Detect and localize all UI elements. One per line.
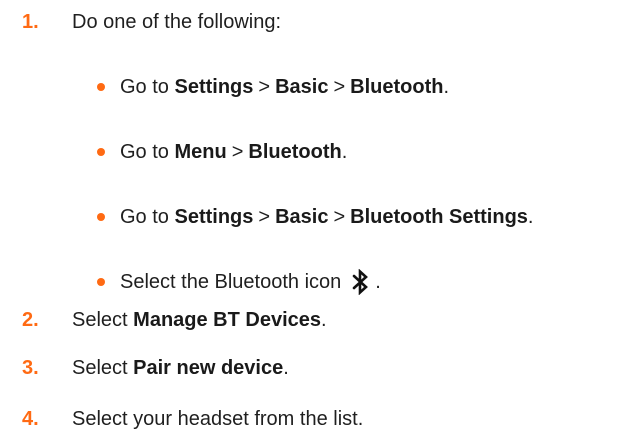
step-text: Do one of the following: [72,10,282,33]
menu-path-item: Menu [174,140,227,163]
step-prefix: Select [72,308,128,331]
step-number: 1. [22,10,39,33]
path-separator: > [258,75,271,98]
bluetooth-icon [352,269,369,295]
bullet-dot [97,213,105,221]
menu-path-item: Basic [275,205,329,228]
path-separator: > [258,205,271,228]
bullet-suffix: . [527,205,534,228]
step-number: 4. [22,407,39,430]
bullet-text: Go to Menu > Bluetooth. [120,141,347,164]
step-number: 3. [22,356,39,379]
menu-path-item: Bluetooth Settings [350,205,528,228]
menu-path-item: Settings [174,75,254,98]
bullet-text: Select the Bluetooth icon . [120,269,381,295]
step-text: Select your headset from the list. [72,407,364,430]
step-text: Select Pair new device. [72,357,289,380]
step-text: Select Manage BT Devices. [72,309,327,332]
bullet-suffix: . [341,140,348,163]
step-number: 2. [22,308,39,331]
path-separator: > [231,140,244,163]
bullet-dot [97,278,105,286]
bullet-prefix: Go to [120,140,169,163]
menu-option: Manage BT Devices [133,308,322,331]
bullet-suffix: . [375,270,381,293]
step-suffix: . [321,308,327,331]
step-suffix: . [283,356,289,379]
bullet-prefix: Go to [120,205,169,228]
path-separator: > [333,205,346,228]
bullet-dot [97,83,105,91]
menu-path-item: Bluetooth [350,75,444,98]
step-prefix: Select [72,356,128,379]
bullet-suffix: . [443,75,450,98]
bullet-text: Go to Settings > Basic > Bluetooth. [120,76,449,99]
bullet-text-content: Select the Bluetooth icon [120,270,342,293]
path-separator: > [333,75,346,98]
bullet-text: Go to Settings > Basic > Bluetooth Settings. [120,206,533,229]
menu-path-item: Basic [275,75,329,98]
menu-option: Pair new device [133,356,284,379]
bullet-dot [97,148,105,156]
menu-path-item: Bluetooth [248,140,342,163]
menu-path-item: Settings [174,205,254,228]
bullet-prefix: Go to [120,75,169,98]
